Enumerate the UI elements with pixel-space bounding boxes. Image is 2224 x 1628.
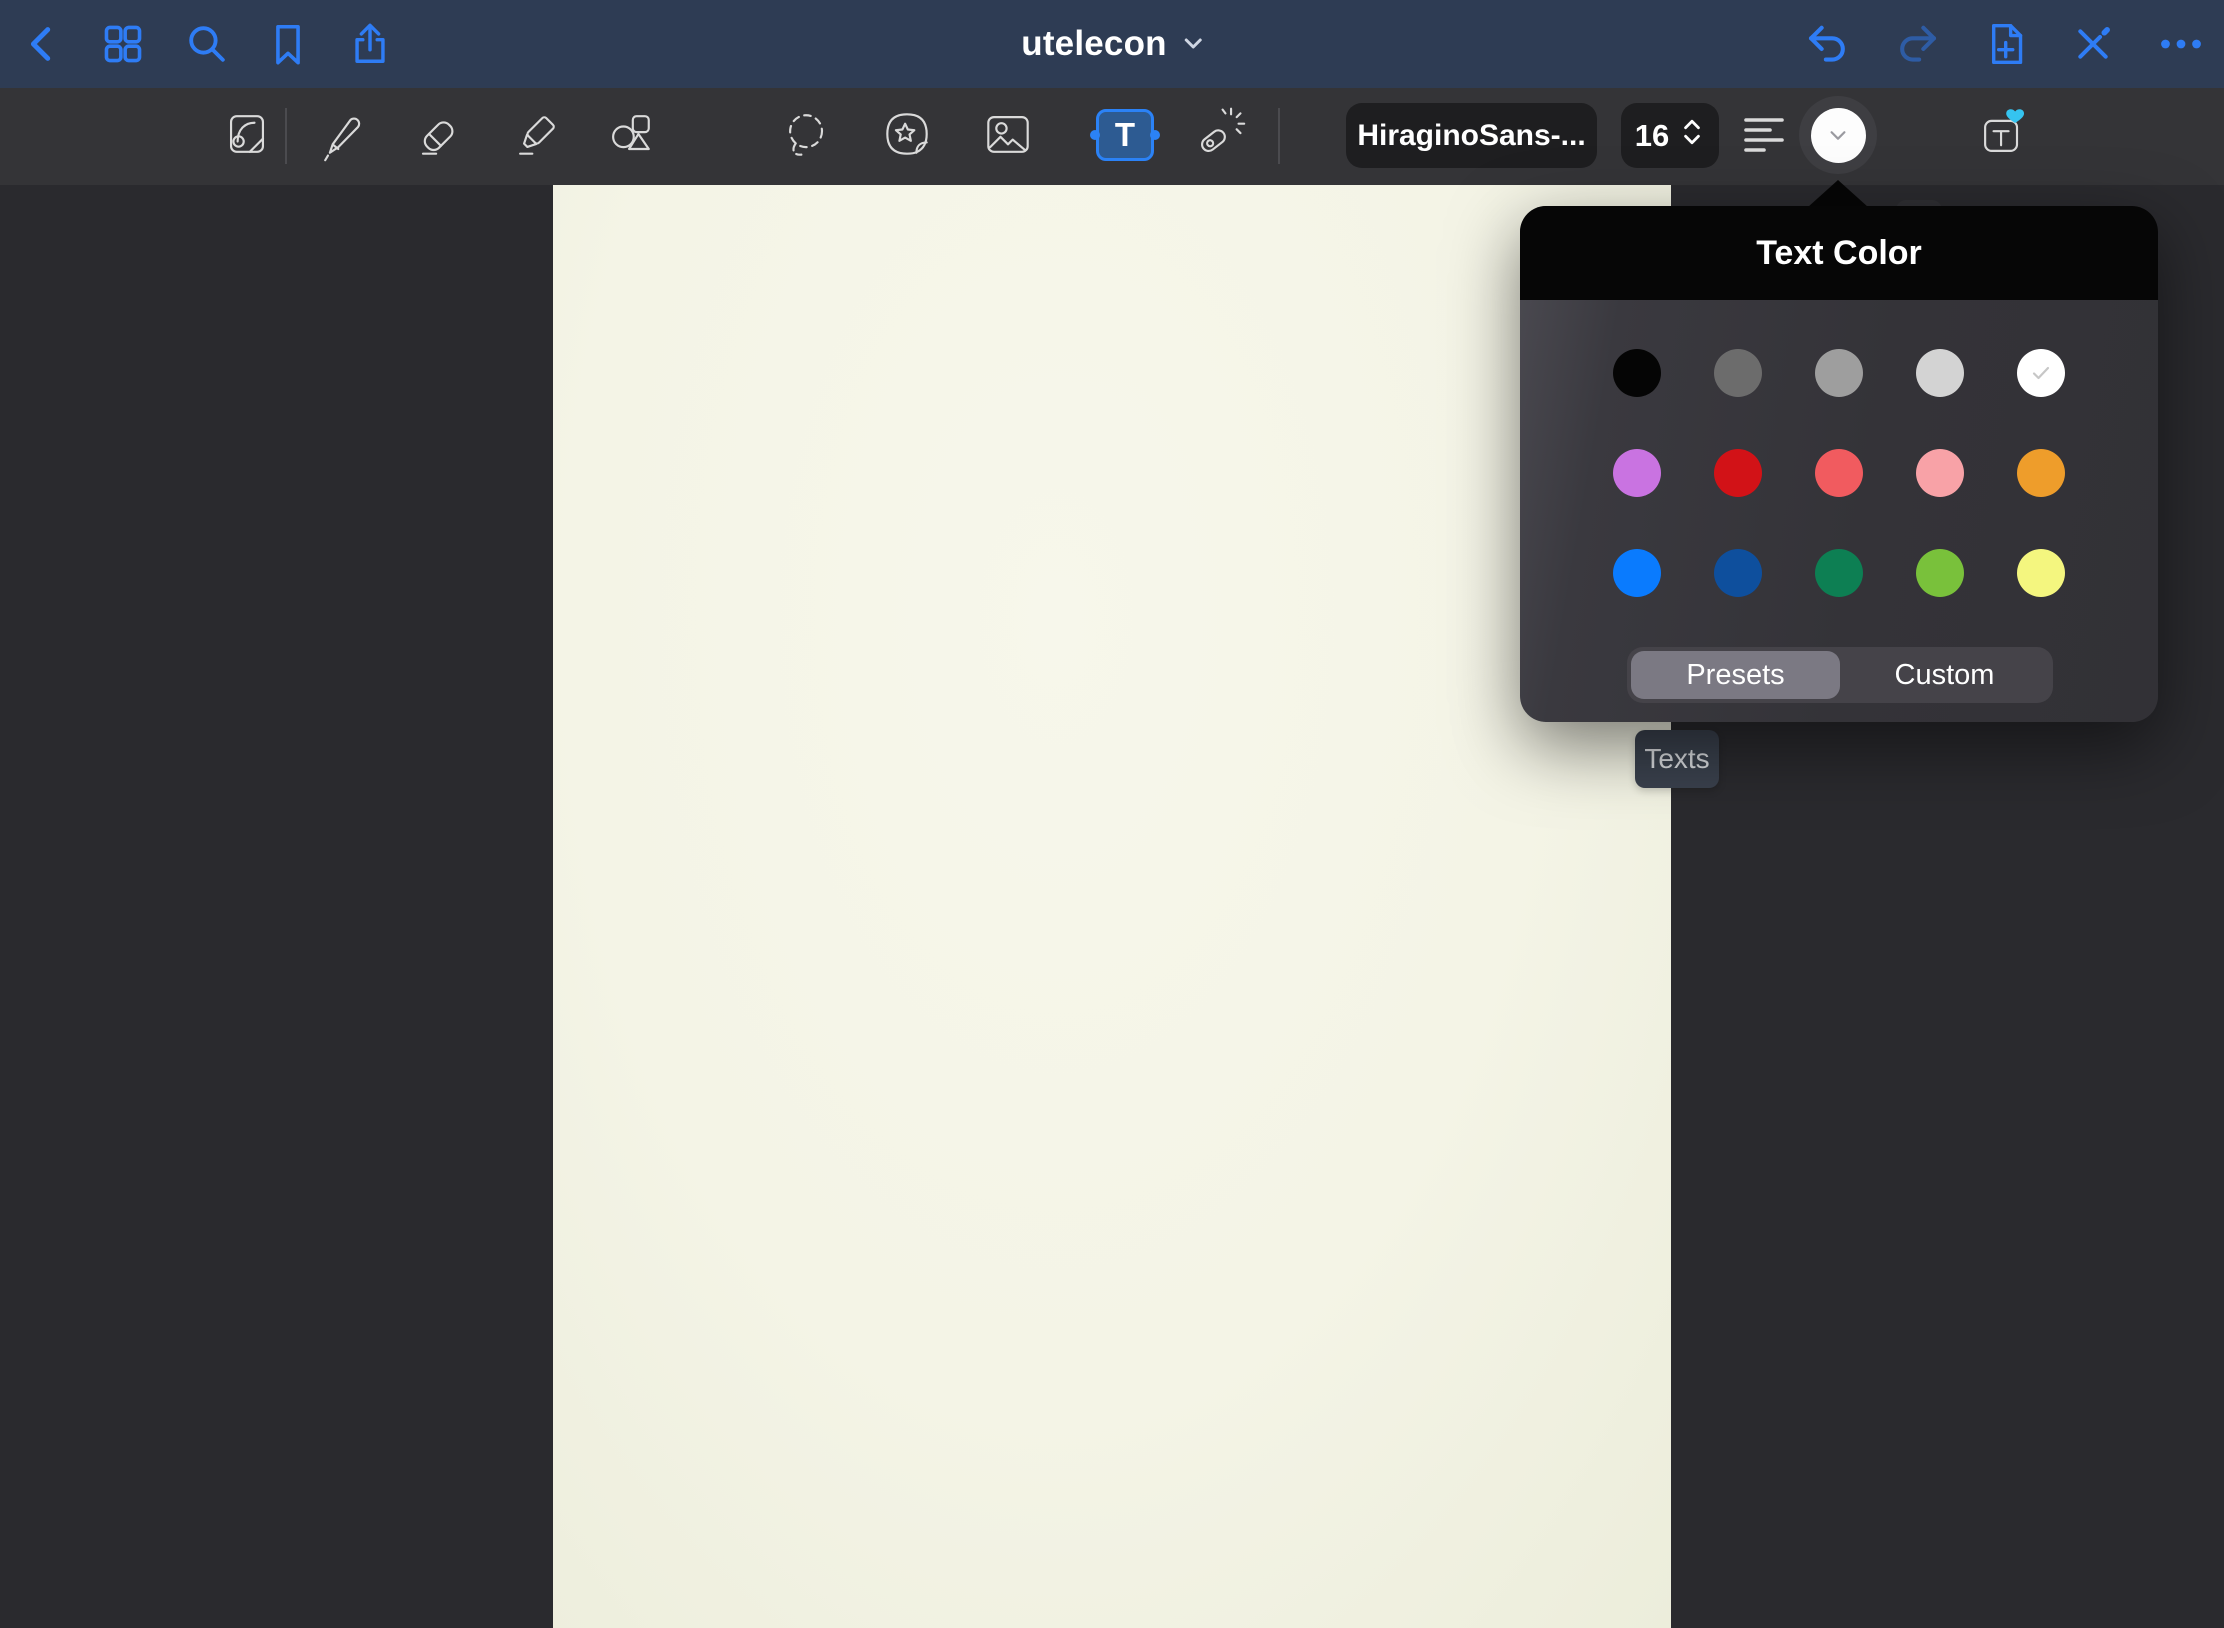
lasso-icon <box>777 104 837 167</box>
font-family-label: HiraginoSans-... <box>1357 119 1585 153</box>
text-tool-selected-icon: T <box>1096 109 1154 161</box>
share-icon <box>347 21 393 67</box>
toolbar-separator <box>1278 108 1280 164</box>
selection-handle-right <box>1150 130 1160 140</box>
shapes-tool-button[interactable] <box>597 102 663 168</box>
highlighter-tool-button[interactable] <box>504 102 570 168</box>
chevron-down-icon <box>1181 24 1205 64</box>
color-swatch-white[interactable] <box>2017 349 2065 397</box>
ellipsis-icon <box>2157 20 2205 68</box>
color-swatch-red[interactable] <box>1714 449 1762 497</box>
tools-toolbar: T HiraginoSans-... 16 <box>0 88 2224 185</box>
color-swatch-pink[interactable] <box>1916 449 1964 497</box>
eraser-tool-button[interactable] <box>405 102 471 168</box>
text-object-label[interactable]: Texts <box>1635 730 1719 788</box>
selection-handle-left <box>1090 130 1100 140</box>
text-color-button[interactable] <box>1799 96 1877 174</box>
stepper-chevrons-icon <box>1679 117 1705 155</box>
color-swatch-blue[interactable] <box>1613 549 1661 597</box>
elements-sticker-tool-button[interactable] <box>874 102 940 168</box>
undo-button[interactable] <box>1796 12 1860 76</box>
shapes-icon <box>600 104 660 167</box>
sticker-star-icon <box>877 104 937 167</box>
search-button[interactable] <box>175 12 239 76</box>
search-icon <box>184 21 230 67</box>
font-size-value: 16 <box>1635 118 1669 154</box>
image-icon <box>978 104 1038 167</box>
color-swatch-grid <box>1520 206 2158 722</box>
add-page-button[interactable] <box>1973 12 2037 76</box>
undo-icon <box>1804 20 1852 68</box>
chevron-down-icon <box>1827 124 1849 146</box>
color-swatch-coral[interactable] <box>1815 449 1863 497</box>
highlighter-icon <box>507 104 567 167</box>
laser-pointer-icon <box>1187 104 1247 167</box>
pen-mode-toggle-button[interactable] <box>2061 12 2125 76</box>
presets-custom-segmented-control: Presets Custom <box>1627 647 2053 703</box>
color-swatch-orchid[interactable] <box>1613 449 1661 497</box>
pan-page-tool-icon <box>217 104 277 167</box>
back-button[interactable] <box>10 12 74 76</box>
lasso-tool-button[interactable] <box>774 102 840 168</box>
redo-icon <box>1893 20 1941 68</box>
align-left-icon <box>1740 110 1788 161</box>
swatch-row <box>1613 449 2065 497</box>
font-family-button[interactable]: HiraginoSans-... <box>1346 103 1597 168</box>
toolbar-separator <box>285 108 287 164</box>
document-title-text: utelecon <box>1021 24 1167 64</box>
document-title[interactable]: utelecon <box>1021 24 1205 64</box>
color-swatch-navy[interactable] <box>1714 549 1762 597</box>
selected-check-icon <box>2029 361 2053 385</box>
text-tool-letter: T <box>1115 116 1135 154</box>
swatch-row <box>1613 549 2065 597</box>
laser-pointer-tool-button[interactable] <box>1184 102 1250 168</box>
font-size-stepper[interactable]: 16 <box>1621 103 1719 168</box>
text-style-heart-icon <box>1972 104 2032 167</box>
back-chevron-icon <box>19 21 65 67</box>
navigation-bar: utelecon <box>0 0 2224 88</box>
grid-icon <box>100 21 146 67</box>
bookmark-button[interactable] <box>256 12 320 76</box>
color-swatch-light-gray[interactable] <box>1916 349 1964 397</box>
share-button[interactable] <box>338 12 402 76</box>
redo-button[interactable] <box>1885 12 1949 76</box>
document-page[interactable]: Texts <box>553 185 1671 1628</box>
color-swatch-dark-gray[interactable] <box>1714 349 1762 397</box>
eraser-icon <box>408 104 468 167</box>
thumbnails-button[interactable] <box>91 12 155 76</box>
tab-presets[interactable]: Presets <box>1631 651 1840 699</box>
more-options-button[interactable] <box>2149 12 2213 76</box>
color-swatch-black[interactable] <box>1613 349 1661 397</box>
color-swatch-lime[interactable] <box>1916 549 1964 597</box>
pen-tool-button[interactable] <box>310 102 376 168</box>
color-swatch-yellow[interactable] <box>2017 549 2065 597</box>
swatch-row <box>1613 349 2065 397</box>
pan-page-tool-button[interactable] <box>214 102 280 168</box>
popover-arrow <box>1808 180 1868 207</box>
text-align-button[interactable] <box>1731 102 1797 168</box>
text-style-favorites-button[interactable] <box>1969 102 2035 168</box>
text-color-popover: Text Color Presets Custom <box>1520 206 2158 722</box>
pen-cross-icon <box>2069 20 2117 68</box>
color-swatch-green[interactable] <box>1815 549 1863 597</box>
add-page-icon <box>1981 20 2029 68</box>
color-swatch-orange[interactable] <box>2017 449 2065 497</box>
pen-tool-icon <box>313 104 373 167</box>
image-tool-button[interactable] <box>975 102 1041 168</box>
color-swatch-gray[interactable] <box>1815 349 1863 397</box>
current-color-swatch <box>1811 108 1866 163</box>
tab-custom[interactable]: Custom <box>1840 651 2049 699</box>
bookmark-icon <box>265 21 311 67</box>
text-tool-button[interactable]: T <box>1092 102 1158 168</box>
